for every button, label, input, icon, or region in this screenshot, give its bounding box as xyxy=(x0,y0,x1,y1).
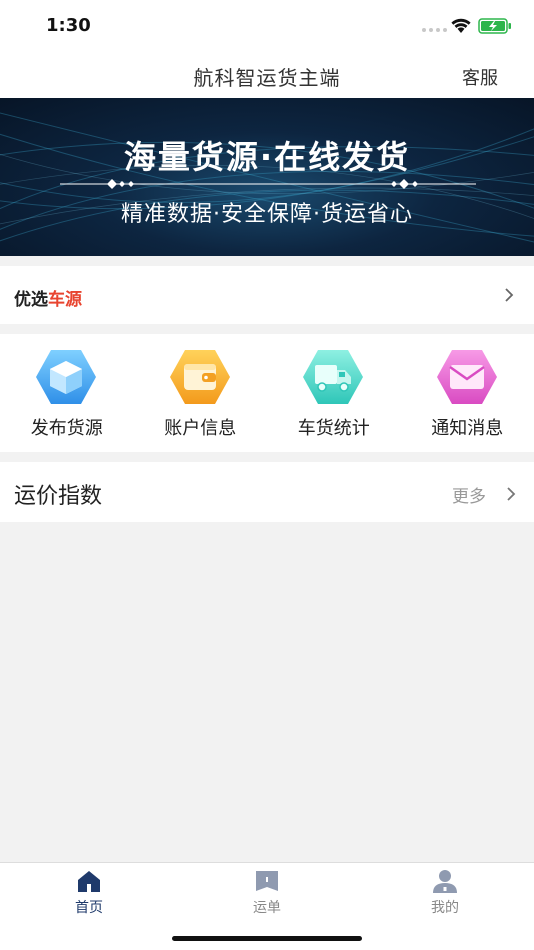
page-title: 航科智运货主端 xyxy=(193,66,341,90)
more-link[interactable]: 更多 xyxy=(452,482,486,507)
tab-profile-label: 我的 xyxy=(431,900,459,916)
truck-icon xyxy=(303,350,363,404)
publish-cargo-label: 发布货源 xyxy=(30,418,103,439)
chevron-right-icon xyxy=(505,288,514,302)
tab-waybill-label: 运单 xyxy=(253,900,281,916)
waybill-icon xyxy=(256,871,278,891)
profile-icon xyxy=(433,870,457,893)
box-icon xyxy=(36,350,96,404)
notifications-label: 通知消息 xyxy=(431,418,504,439)
freight-index-section: 运价指数 更多 xyxy=(0,462,534,522)
banner-subheadline: 精准数据·安全保障·货运省心 xyxy=(121,202,413,227)
preferred-vehicles-row[interactable]: 优选车源 xyxy=(0,266,534,324)
mail-icon xyxy=(436,350,497,404)
signal-icon xyxy=(422,28,447,32)
tab-profile[interactable]: 我的 xyxy=(356,863,534,950)
preferred-vehicles-title: 优选车源 xyxy=(14,285,82,310)
battery-icon xyxy=(478,18,511,34)
promo-banner[interactable]: 海量货源·在线发货 精准数据·安全保障·货运省心 xyxy=(0,98,534,256)
wifi-icon xyxy=(451,18,471,33)
status-time: 1:30 xyxy=(46,15,91,36)
home-icon xyxy=(78,871,100,892)
vehicle-stats-button[interactable]: 车货统计 xyxy=(267,334,401,452)
nav-bar: 航科智运货主端 客服 xyxy=(0,52,534,98)
account-info-button[interactable]: 账户信息 xyxy=(134,334,268,452)
tab-home[interactable]: 首页 xyxy=(0,863,178,950)
banner-headline: 海量货源·在线发货 xyxy=(123,138,411,176)
tab-home-label: 首页 xyxy=(75,900,103,916)
freight-index-content xyxy=(0,522,534,862)
status-bar: 1:30 xyxy=(0,0,534,52)
account-info-label: 账户信息 xyxy=(164,418,237,439)
freight-index-title: 运价指数 xyxy=(14,484,103,509)
publish-cargo-button[interactable]: 发布货源 xyxy=(0,334,134,452)
wallet-icon xyxy=(169,350,230,404)
vehicles-label: 车源 xyxy=(48,290,82,310)
home-indicator xyxy=(172,936,362,941)
customer-service-button[interactable]: 客服 xyxy=(462,64,498,90)
vehicle-stats-label: 车货统计 xyxy=(297,418,370,439)
quick-actions: 发布货源 账户信息 车货统计 通知消息 xyxy=(0,334,534,452)
notifications-button[interactable]: 通知消息 xyxy=(401,334,534,452)
preferred-label: 优选 xyxy=(14,290,48,310)
chevron-right-icon[interactable] xyxy=(505,486,517,502)
